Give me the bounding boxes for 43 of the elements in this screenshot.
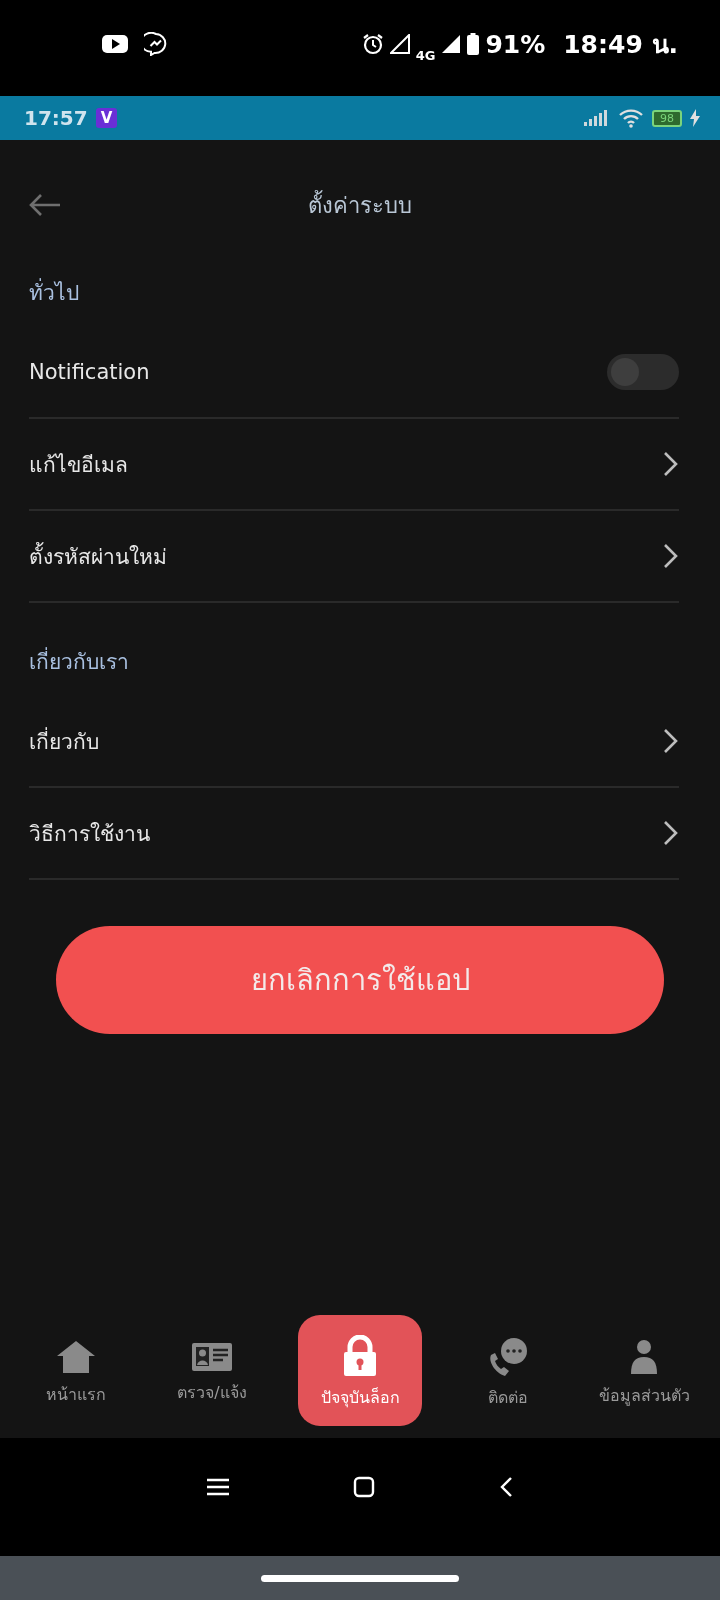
back-arrow-icon[interactable]: [28, 193, 62, 217]
alarm-icon: [361, 33, 384, 55]
nav-tab[interactable]: หน้าแรก: [26, 1339, 126, 1407]
gesture-bar[interactable]: [261, 1574, 459, 1582]
nav-tab[interactable]: ปัจจุบันล็อก: [298, 1314, 422, 1426]
settings-item[interactable]: Notification: [29, 360, 150, 384]
battery-icon: [467, 33, 480, 55]
phone-chat-icon: [487, 1336, 529, 1377]
nav-tab[interactable]: ตรวจ/แจ้ง: [162, 1341, 262, 1405]
video-app-icon: [102, 34, 128, 54]
section-title: ทั่วไป: [29, 270, 678, 327]
nav-tab[interactable]: ติดต่อ: [458, 1336, 558, 1410]
menu-icon[interactable]: [207, 1478, 229, 1496]
section-title: เกี่ยวกับเรา: [29, 639, 678, 696]
page-title: ตั้งค่าระบบ: [308, 189, 412, 220]
chevron-right-icon[interactable]: [663, 543, 679, 569]
app-badge: V: [95, 108, 118, 128]
signal-bars-icon: [584, 110, 610, 126]
back-chevron-icon[interactable]: [499, 1476, 513, 1498]
settings-item[interactable]: ตั้งรหัสผ่านใหม่: [29, 539, 167, 573]
chevron-right-icon[interactable]: [663, 728, 679, 754]
settings-item[interactable]: แก้ไขอีเมล: [29, 447, 128, 481]
person-icon: [630, 1338, 658, 1375]
chevron-right-icon[interactable]: [663, 820, 679, 846]
battery-percent: 91%: [485, 29, 546, 59]
nav-tab[interactable]: ข้อมูลส่วนตัว: [594, 1338, 694, 1408]
home-square-icon[interactable]: [353, 1476, 375, 1498]
clock: 17:57: [24, 106, 88, 130]
house-icon: [56, 1339, 96, 1374]
signal-icon: [441, 34, 462, 54]
battery-level: 98: [652, 109, 682, 127]
settings-item[interactable]: วิธีการใช้งาน: [29, 816, 150, 850]
chat-bubble-icon: [144, 32, 168, 56]
clock: 18:49 น.: [563, 29, 678, 61]
signal-icon: [389, 34, 410, 54]
chevron-right-icon[interactable]: [663, 451, 679, 477]
lock-icon: [342, 1334, 378, 1377]
charging-icon: [690, 109, 700, 127]
wifi-icon: [618, 108, 644, 128]
toggle-switch[interactable]: [607, 354, 679, 390]
settings-item[interactable]: เกี่ยวกับ: [29, 724, 99, 758]
id-card-icon: [191, 1341, 233, 1372]
network-type: 4G: [415, 48, 436, 63]
